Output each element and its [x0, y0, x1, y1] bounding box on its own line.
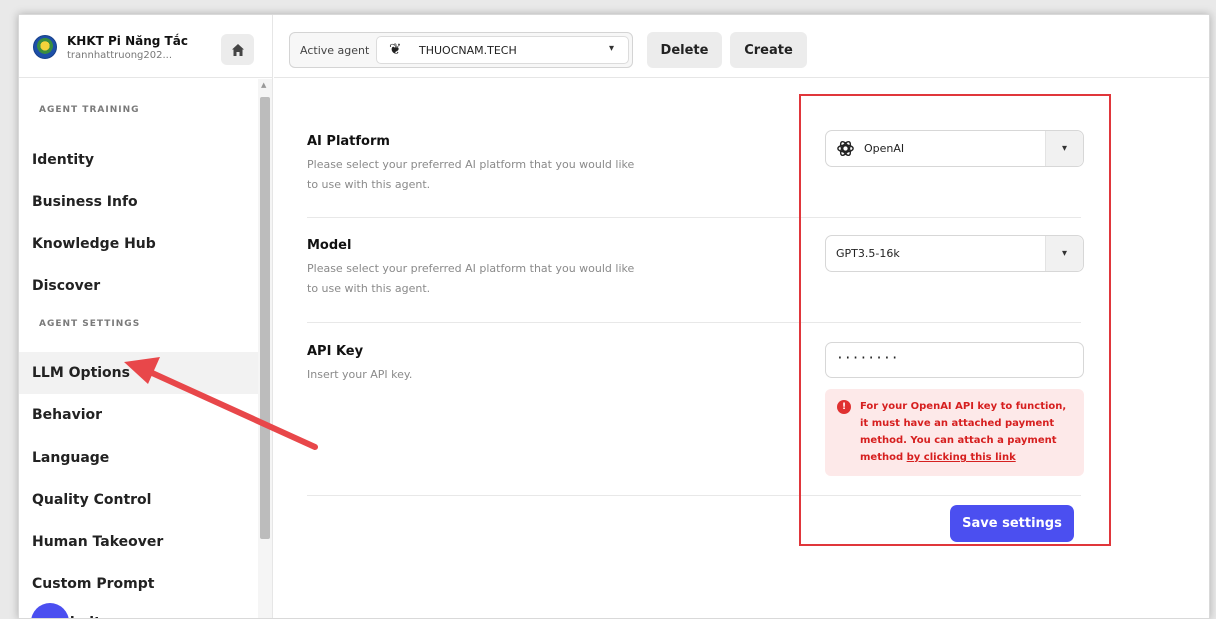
- agent-logo-icon: ❦: [389, 40, 402, 58]
- workspace-logo: [33, 35, 57, 59]
- sidebar: KHKT Pi Năng Tắc trannhattruong202... AG…: [19, 15, 273, 618]
- sidebar-item-human-takeover[interactable]: Human Takeover: [19, 521, 258, 563]
- sidebar-item-quality-control[interactable]: Quality Control: [19, 479, 258, 521]
- top-bar: Active agent ❦ THUOCNAM.TECH ▾ Delete Cr…: [274, 15, 1209, 78]
- sidebar-scroll-thumb[interactable]: [260, 97, 270, 539]
- agent-dropdown[interactable]: ❦ THUOCNAM.TECH ▾: [376, 36, 629, 64]
- workspace-email: trannhattruong202...: [67, 50, 173, 61]
- api-key-description: Insert your API key.: [307, 368, 413, 381]
- home-button[interactable]: [221, 34, 254, 65]
- delete-button[interactable]: Delete: [647, 32, 722, 68]
- model-description: Please select your preferred AI platform…: [307, 262, 635, 295]
- create-button[interactable]: Create: [730, 32, 807, 68]
- ai-platform-description: Please select your preferred AI platform…: [307, 158, 635, 191]
- api-key-title: API Key: [307, 344, 364, 359]
- chevron-down-icon: ▾: [609, 43, 615, 54]
- sidebar-item-language[interactable]: Language: [19, 437, 258, 479]
- sidebar-item-discover[interactable]: Discover: [19, 265, 258, 307]
- active-agent-select[interactable]: Active agent ❦ THUOCNAM.TECH ▾: [289, 32, 633, 68]
- sidebar-item-behavior[interactable]: Behavior: [19, 394, 258, 436]
- section-agent-settings: AGENT SETTINGS: [39, 319, 141, 329]
- home-icon: [231, 43, 244, 56]
- sidebar-item-identity[interactable]: Identity: [19, 139, 258, 181]
- scroll-up-icon[interactable]: ▲: [261, 81, 266, 89]
- workspace-name: KHKT Pi Năng Tắc: [67, 34, 188, 48]
- highlight-box: [799, 94, 1111, 546]
- sidebar-item-llm-options[interactable]: LLM Options: [19, 352, 258, 394]
- sidebar-item-business-info[interactable]: Business Info: [19, 181, 258, 223]
- section-agent-training: AGENT TRAINING: [39, 105, 140, 115]
- sidebar-nav: AGENT TRAINING Identity Business Info Kn…: [19, 79, 258, 618]
- sidebar-item-custom-prompt[interactable]: Custom Prompt: [19, 563, 258, 605]
- workspace-header[interactable]: KHKT Pi Năng Tắc trannhattruong202...: [19, 15, 273, 78]
- active-agent-label: Active agent: [300, 44, 370, 57]
- agent-name: THUOCNAM.TECH: [419, 44, 517, 57]
- model-title: Model: [307, 238, 352, 253]
- ai-platform-title: AI Platform: [307, 134, 390, 149]
- sidebar-item-knowledge-hub[interactable]: Knowledge Hub: [19, 223, 258, 265]
